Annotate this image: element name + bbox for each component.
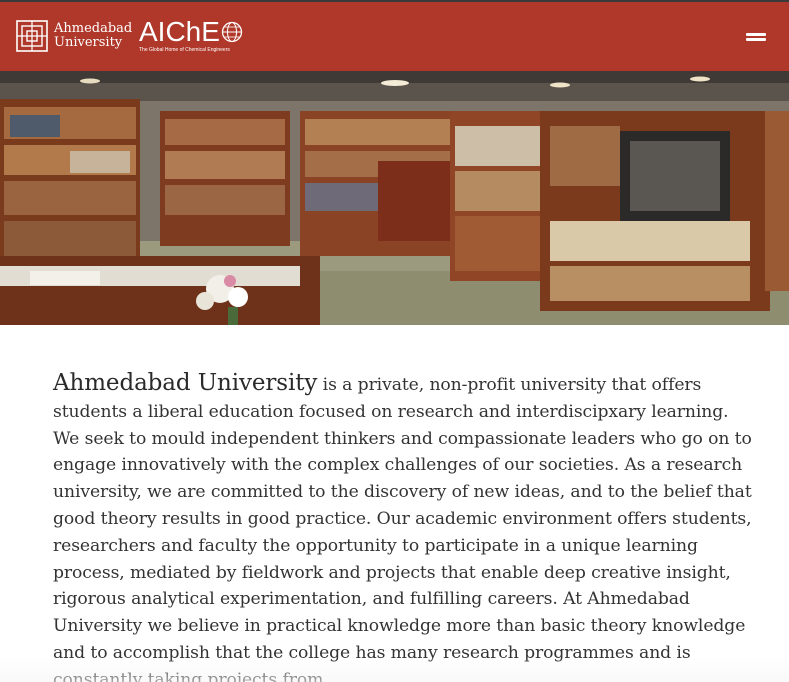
aiche-logo-name: AIChE	[139, 16, 220, 47]
intro-lead: Ahmedabad University	[53, 370, 318, 396]
bookstore-photo	[0, 71, 789, 325]
aiche-logo-tagline: The Global Home of Chemical Engineers	[139, 47, 230, 53]
page: Ahmedabad University AIChE The Global Ho…	[0, 0, 789, 682]
globe-icon	[221, 21, 243, 43]
intro-body: is a private, non-profit university that…	[53, 375, 752, 682]
aiche-logo[interactable]: AIChE The Global Home of Chemical Engine…	[139, 16, 249, 56]
hero-image	[0, 71, 789, 325]
intro-paragraph: Ahmedabad University is a private, non-p…	[53, 370, 753, 682]
hamburger-menu-icon[interactable]	[744, 30, 768, 44]
university-logo-line1: Ahmedabad	[54, 21, 133, 36]
university-logo-text: Ahmedabad University	[54, 22, 132, 50]
site-header: Ahmedabad University AIChE The Global Ho…	[0, 0, 789, 71]
ahmedabad-university-logo[interactable]: Ahmedabad University	[16, 18, 132, 54]
university-logo-line2: University	[54, 35, 123, 50]
university-emblem-icon	[16, 20, 48, 52]
